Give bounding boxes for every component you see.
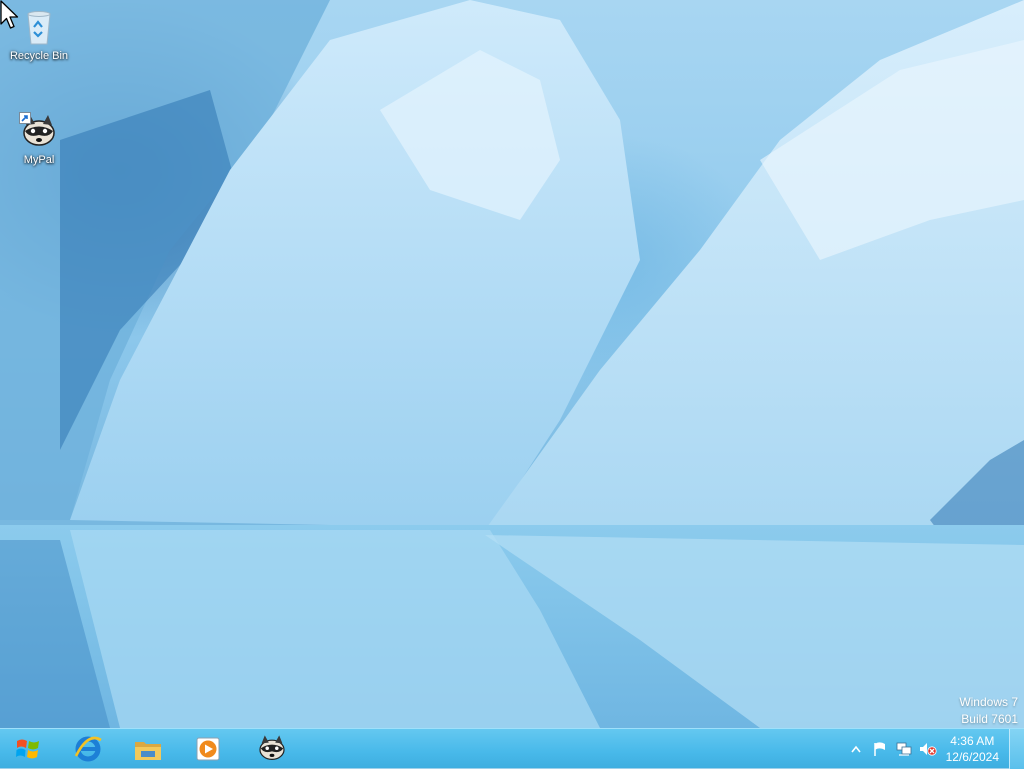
start-button[interactable] <box>6 731 50 767</box>
media-player-icon <box>196 737 220 761</box>
taskbar-mypal[interactable] <box>250 731 294 767</box>
desktop-wallpaper: Recycle Bin MyPal Windows 7 Build 7601 <box>0 0 1024 728</box>
clock-time: 4:36 AM <box>950 734 995 748</box>
file-explorer-icon <box>135 742 161 760</box>
watermark-os-name: Windows 7 <box>959 695 1018 709</box>
desktop-icon-mypal[interactable]: MyPal <box>1 112 77 167</box>
raccoon-app-icon <box>259 735 285 760</box>
action-center-button[interactable] <box>871 740 889 758</box>
desktop-icon-label: MyPal <box>23 154 55 166</box>
windows-start-icon <box>16 739 39 759</box>
taskbar: 4:36 AM 12/6/2024 <box>0 728 1024 769</box>
windows-build-watermark: Windows 7 Build 7601 <box>959 694 1018 728</box>
mouse-pointer-icon <box>0 0 19 29</box>
recycle-bin-icon <box>19 8 59 48</box>
desktop-icon-label: Recycle Bin <box>9 50 69 62</box>
clock-date: 12/6/2024 <box>945 750 999 764</box>
iceberg-wallpaper-art <box>0 0 1024 728</box>
internet-explorer-icon <box>74 736 102 762</box>
shortcut-arrow-icon <box>19 112 31 124</box>
network-button[interactable] <box>895 740 913 758</box>
system-clock[interactable]: 4:36 AM 12/6/2024 <box>946 733 999 765</box>
action-center-flag-icon <box>873 742 885 756</box>
taskbar-media-player[interactable] <box>186 731 230 767</box>
raccoon-app-icon <box>19 112 59 152</box>
taskbar-file-explorer[interactable] <box>126 731 170 767</box>
volume-button[interactable] <box>919 740 937 758</box>
show-hidden-icons-button[interactable] <box>847 740 865 758</box>
volume-muted-icon <box>919 743 937 756</box>
taskbar-internet-explorer[interactable] <box>66 731 110 767</box>
show-desktop-button[interactable] <box>1009 729 1024 769</box>
network-icon <box>896 742 912 756</box>
show-hidden-icons-icon <box>850 745 861 753</box>
watermark-build: Build 7601 <box>961 712 1018 726</box>
notification-area: 4:36 AM 12/6/2024 <box>844 729 1024 769</box>
